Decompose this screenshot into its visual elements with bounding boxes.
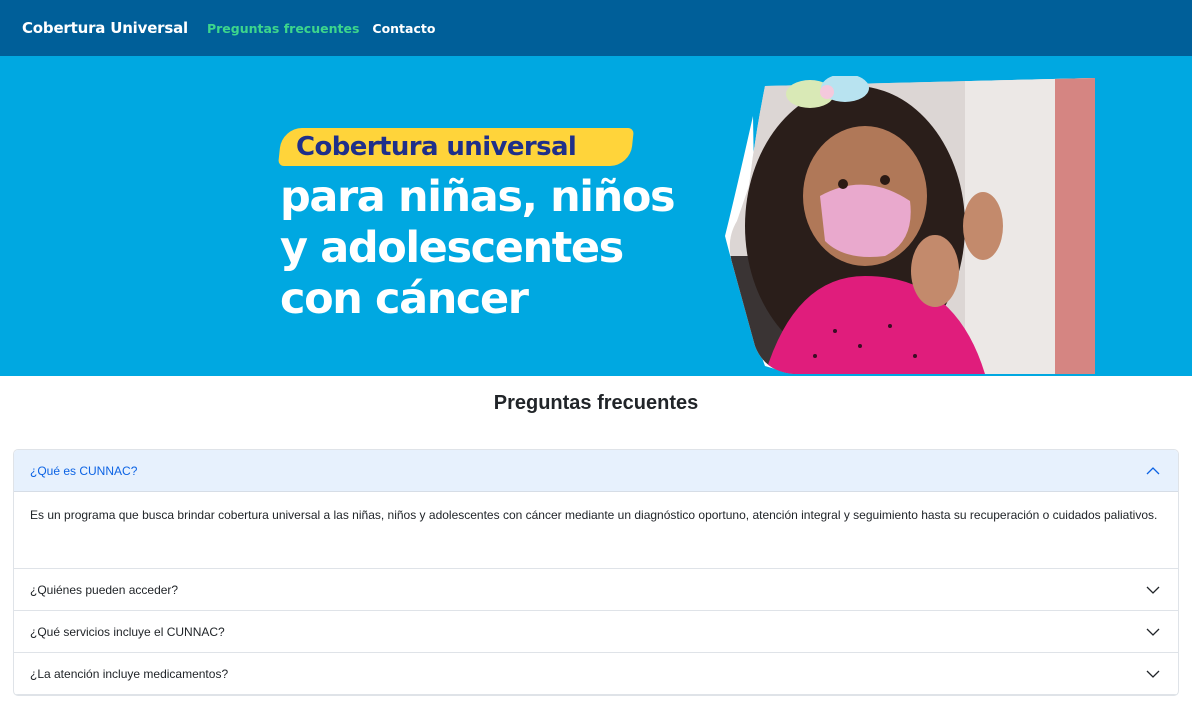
faq-item-1-answer: Es un programa que busca brindar cobertu… xyxy=(14,492,1178,569)
top-navbar: Cobertura Universal Preguntas frecuentes… xyxy=(0,0,1192,56)
faq-item-2-header[interactable]: ¿Quiénes pueden acceder? xyxy=(14,569,1178,611)
nav-link-preguntas-frecuentes[interactable]: Preguntas frecuentes xyxy=(207,21,359,36)
hero-tag-text: Cobertura universal xyxy=(296,132,577,162)
faq-item-1-question: ¿Qué es CUNNAC? xyxy=(30,463,138,478)
hero-photo xyxy=(725,76,1095,374)
chevron-down-icon xyxy=(1146,586,1160,594)
hero-banner: Cobertura universal para niñas, niños y … xyxy=(0,56,1192,376)
nav-link-contacto[interactable]: Contacto xyxy=(372,21,435,36)
brand-logo-text[interactable]: Cobertura Universal xyxy=(22,19,188,37)
faq-item-3-question: ¿Qué servicios incluye el CUNNAC? xyxy=(30,624,225,639)
faq-item-4-question: ¿La atención incluye medicamentos? xyxy=(30,666,229,681)
hero-headline-line-1: para niñas, niños xyxy=(280,172,676,222)
chevron-down-icon xyxy=(1146,670,1160,678)
chevron-up-icon xyxy=(1146,466,1160,474)
chevron-down-icon xyxy=(1146,628,1160,636)
faq-item-1-header[interactable]: ¿Qué es CUNNAC? xyxy=(14,450,1178,492)
hero-headline-line-2: y adolescentes xyxy=(280,223,624,273)
faq-item-2-question: ¿Quiénes pueden acceder? xyxy=(30,582,179,597)
faq-item-3-header[interactable]: ¿Qué servicios incluye el CUNNAC? xyxy=(14,611,1178,653)
faq-title: Preguntas frecuentes xyxy=(493,392,699,414)
hero-headline-line-3: con cáncer xyxy=(280,274,529,324)
hero-headline: para niñas, niños y adolescentes con cán… xyxy=(280,172,676,325)
faq-item-4-header[interactable]: ¿La atención incluye medicamentos? xyxy=(14,653,1178,695)
faq-accordion: ¿Qué es CUNNAC? Es un programa que busca… xyxy=(13,449,1179,696)
